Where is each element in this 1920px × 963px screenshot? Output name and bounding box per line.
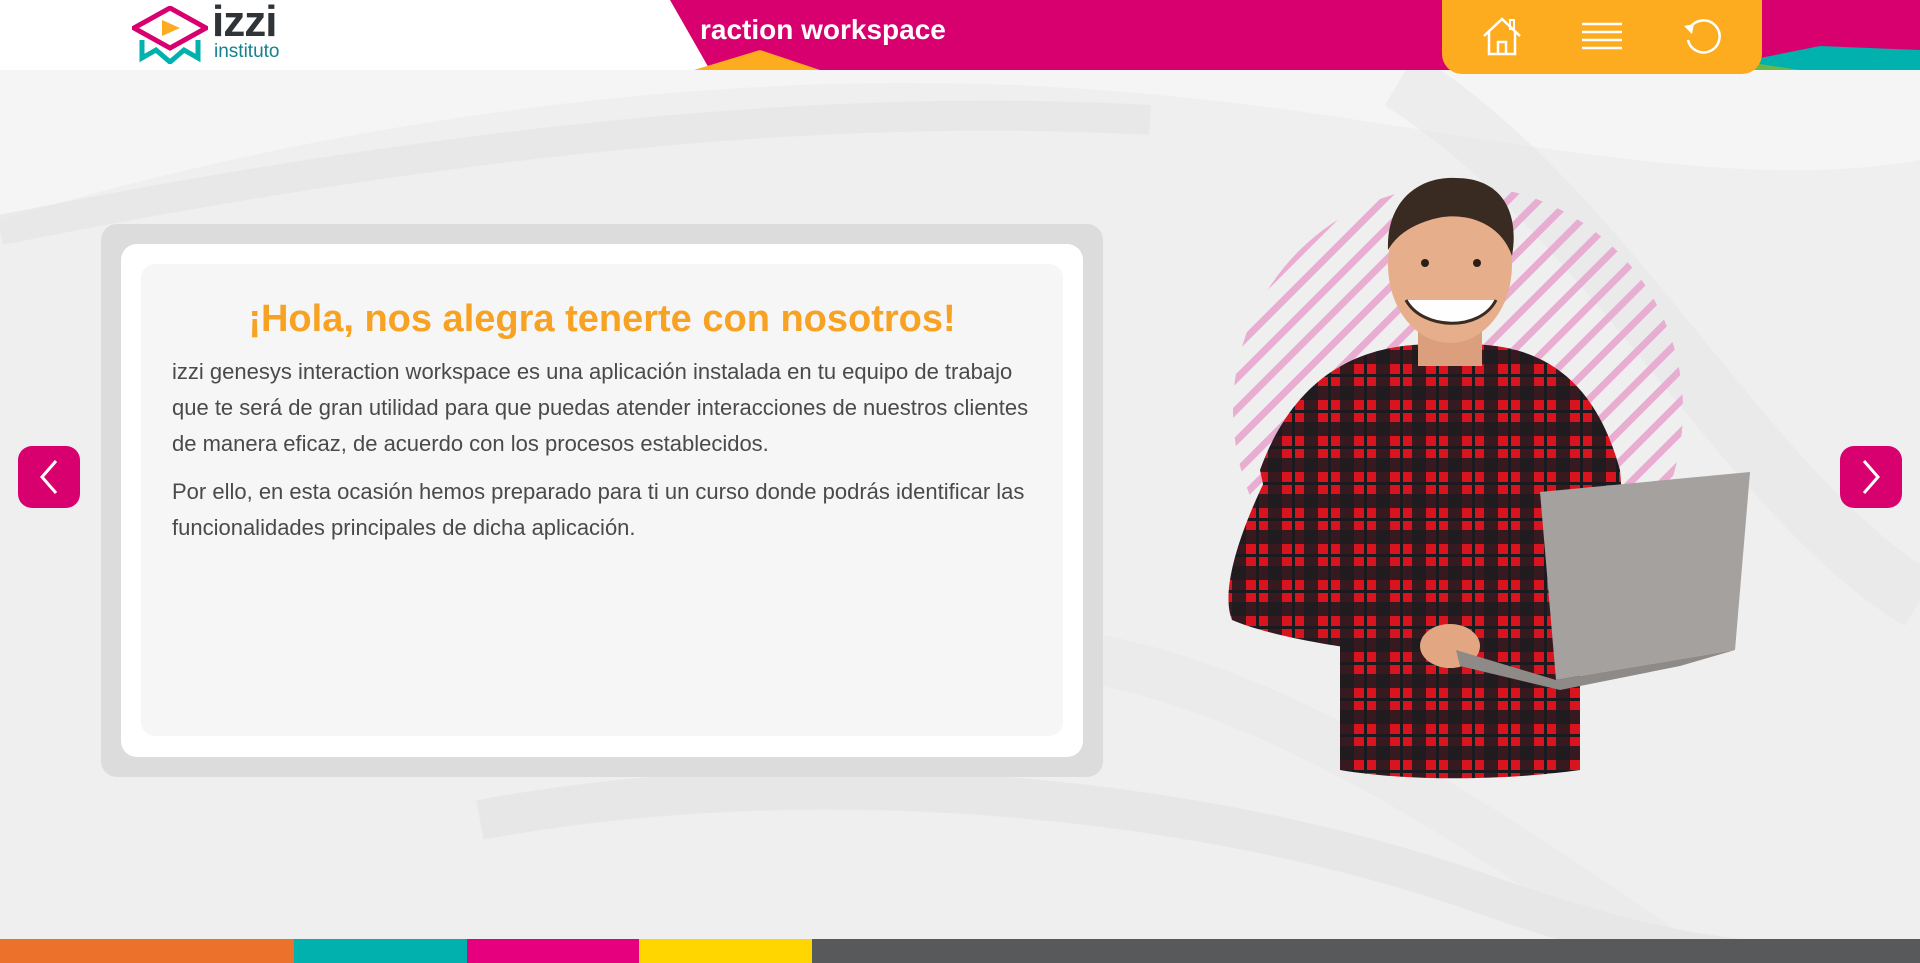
- chevron-left-icon: [40, 460, 58, 494]
- course-slide: raction workspace izzi instituto ¡Hola, …: [0, 0, 1920, 963]
- footer-stripe-segment: [639, 939, 813, 963]
- content-card-frame: ¡Hola, nos alegra tenerte con nosotros! …: [121, 244, 1083, 757]
- person-with-laptop-image: [1228, 177, 1750, 779]
- content-card-body: ¡Hola, nos alegra tenerte con nosotros! …: [141, 264, 1063, 736]
- footer-stripe-segment: [293, 939, 467, 963]
- logo-wordmark: izzi: [212, 0, 277, 46]
- course-paragraph: Por ello, en esta ocasión hemos preparad…: [172, 479, 1025, 540]
- hamburger-menu-icon: [1582, 22, 1622, 50]
- home-icon: [1483, 17, 1521, 56]
- footer-color-stripe: [0, 939, 1920, 963]
- logo-subtitle: instituto: [214, 41, 280, 62]
- footer-stripe-segment: [466, 939, 640, 963]
- footer-stripe-segment: [812, 939, 1920, 963]
- reload-icon: [1684, 19, 1721, 54]
- chevron-right-icon: [1862, 460, 1880, 494]
- izzi-instituto-logo: izzi instituto: [132, 0, 292, 64]
- top-header: raction workspace izzi instituto: [0, 0, 1920, 74]
- content-card: ¡Hola, nos alegra tenerte con nosotros! …: [101, 224, 1103, 777]
- next-slide-button[interactable]: [1840, 446, 1902, 508]
- menu-button[interactable]: [1572, 8, 1632, 64]
- intro-paragraph: izzi genesys interaction workspace es un…: [172, 359, 1029, 456]
- welcome-heading: ¡Hola, nos alegra tenerte con nosotros!: [248, 298, 956, 340]
- navigation-panel: [1442, 0, 1762, 74]
- home-button[interactable]: [1472, 8, 1532, 64]
- previous-slide-button[interactable]: [18, 446, 80, 508]
- footer-stripe-segment: [0, 939, 294, 963]
- course-title: raction workspace: [700, 14, 946, 45]
- logo-mark-icon: [132, 6, 208, 64]
- reload-button[interactable]: [1672, 8, 1732, 64]
